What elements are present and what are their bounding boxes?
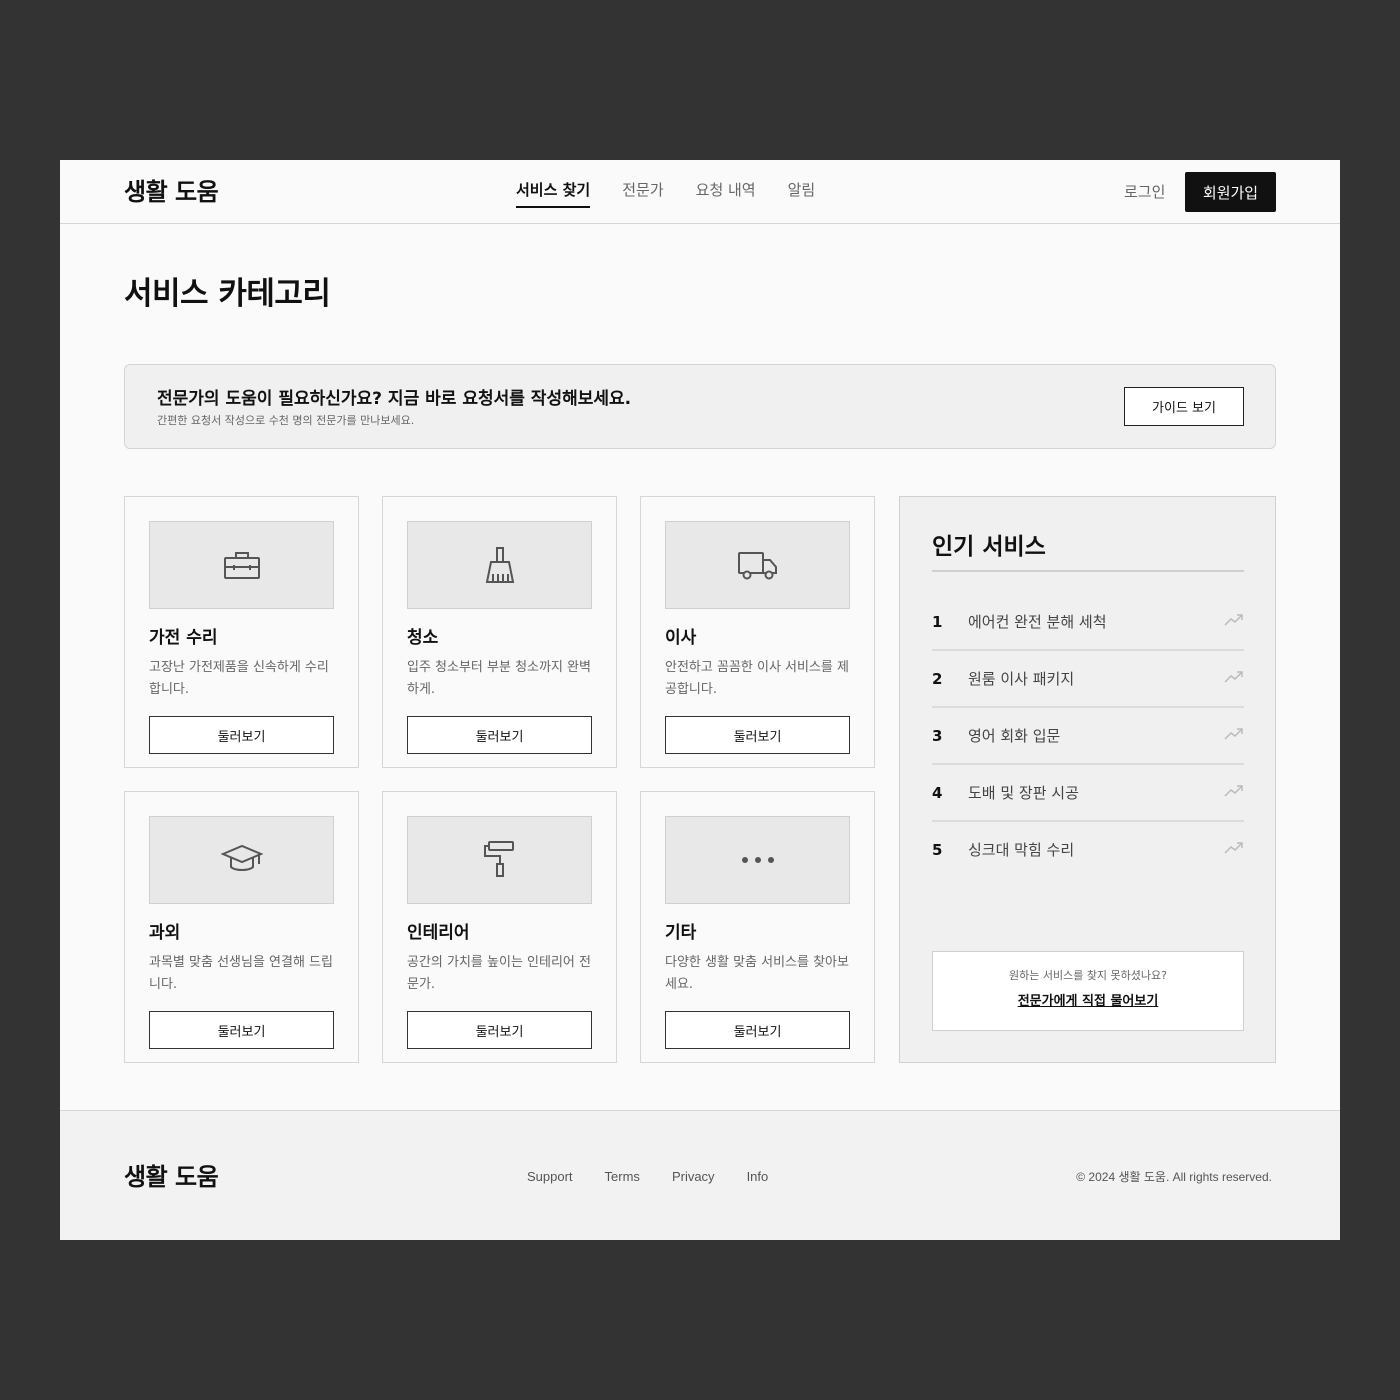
brand-logo[interactable]: 생활 도움 — [124, 176, 219, 208]
browse-button[interactable]: 둘러보기 — [407, 1011, 592, 1049]
footer-link-support[interactable]: Support — [527, 1168, 573, 1186]
category-card-other: 기타 다양한 생활 맞춤 서비스를 찾아보세요. 둘러보기 — [640, 791, 875, 1063]
signup-button[interactable]: 회원가입 — [1185, 172, 1276, 212]
category-title: 과외 — [149, 923, 181, 943]
browse-button[interactable]: 둘러보기 — [665, 716, 850, 754]
popular-rank: 1 — [932, 613, 943, 631]
popular-name: 에어컨 완전 분해 세척 — [968, 613, 1107, 631]
request-banner: 전문가의 도움이 필요하신가요? 지금 바로 요청서를 작성해보세요. 간편한 … — [124, 364, 1276, 449]
popular-rank: 4 — [932, 784, 943, 802]
footer: 생활 도움 Support Terms Privacy Info © 2024 … — [60, 1110, 1340, 1240]
ask-question: 원하는 서비스를 찾지 못하셨나요? — [1008, 969, 1167, 982]
popular-name: 싱크대 막힘 수리 — [968, 841, 1075, 859]
category-card-interior: 인테리어 공간의 가치를 높이는 인테리어 전문가. 둘러보기 — [382, 791, 617, 1063]
footer-links: Support Terms Privacy Info — [527, 1168, 768, 1186]
footer-link-info[interactable]: Info — [747, 1168, 769, 1186]
category-title: 기타 — [665, 923, 697, 943]
popular-rank: 2 — [932, 670, 943, 688]
copyright: © 2024 생활 도움. All rights reserved. — [1076, 1170, 1272, 1184]
more-dots-icon — [741, 857, 774, 863]
popular-rank: 5 — [932, 841, 943, 859]
category-description: 고장난 가전제품을 신속하게 수리합니다. — [149, 660, 329, 697]
category-card-tutoring: 과외 과목별 맞춤 선생님을 연결해 드립니다. 둘러보기 — [124, 791, 359, 1063]
popular-item[interactable]: 1 에어컨 완전 분해 세척 — [932, 594, 1244, 651]
nav-item-experts[interactable]: 전문가 — [622, 178, 663, 208]
guide-button[interactable]: 가이드 보기 — [1124, 387, 1244, 426]
trending-up-icon — [1224, 728, 1243, 740]
popular-rank: 3 — [932, 727, 943, 745]
category-description: 안전하고 꼼꼼한 이사 서비스를 제공합니다. — [665, 660, 849, 697]
category-description: 입주 청소부터 부분 청소까지 완벽하게. — [407, 660, 591, 697]
popular-item[interactable]: 4 도배 및 장판 시공 — [932, 765, 1244, 822]
trending-up-icon — [1224, 671, 1243, 683]
graduation-cap-icon — [220, 844, 263, 871]
login-link[interactable]: 로그인 — [1124, 180, 1165, 204]
nav-item-requests[interactable]: 요청 내역 — [696, 178, 756, 208]
app-frame: 생활 도움 서비스 찾기 전문가 요청 내역 알림 로그인 회원가입 서비스 카… — [60, 160, 1340, 1240]
category-card-appliance: 가전 수리 고장난 가전제품을 신속하게 수리합니다. 둘러보기 — [124, 496, 359, 768]
footer-link-privacy[interactable]: Privacy — [672, 1168, 715, 1186]
browse-button[interactable]: 둘러보기 — [665, 1011, 850, 1049]
popular-name: 도배 및 장판 시공 — [968, 784, 1079, 802]
category-title: 인테리어 — [407, 923, 470, 943]
category-image — [149, 521, 334, 609]
main-nav: 서비스 찾기 전문가 요청 내역 알림 — [516, 178, 815, 208]
popular-item[interactable]: 2 원룸 이사 패키지 — [932, 651, 1244, 708]
ask-expert-link[interactable]: 전문가에게 직접 물어보기 — [933, 992, 1243, 1012]
brush-icon — [485, 547, 514, 583]
truck-icon — [737, 552, 777, 580]
category-image — [665, 816, 850, 904]
category-title: 청소 — [407, 628, 439, 648]
banner-title: 전문가의 도움이 필요하신가요? 지금 바로 요청서를 작성해보세요. — [157, 389, 632, 409]
footer-logo[interactable]: 생활 도움 — [124, 1161, 219, 1193]
trending-up-icon — [1224, 785, 1243, 797]
category-image — [665, 521, 850, 609]
category-title: 가전 수리 — [149, 628, 218, 648]
category-title: 이사 — [665, 628, 697, 648]
ask-expert-box: 원하는 서비스를 찾지 못하셨나요? 전문가에게 직접 물어보기 — [932, 951, 1244, 1031]
trending-up-icon — [1224, 842, 1243, 854]
page-title: 서비스 카테고리 — [124, 276, 331, 312]
category-card-moving: 이사 안전하고 꼼꼼한 이사 서비스를 제공합니다. 둘러보기 — [640, 496, 875, 768]
category-description: 과목별 맞춤 선생님을 연결해 드립니다. — [149, 955, 333, 992]
popular-list: 1 에어컨 완전 분해 세척 2 원룸 이사 패키지 3 영어 회화 입문 4 … — [932, 594, 1244, 879]
paint-roller-icon — [483, 841, 514, 877]
popular-services-panel: 인기 서비스 1 에어컨 완전 분해 세척 2 원룸 이사 패키지 3 영어 회… — [899, 496, 1276, 1063]
toolbox-icon — [223, 552, 260, 579]
category-card-cleaning: 청소 입주 청소부터 부분 청소까지 완벽하게. 둘러보기 — [382, 496, 617, 768]
category-image — [407, 521, 592, 609]
popular-name: 영어 회화 입문 — [968, 727, 1061, 745]
category-image — [407, 816, 592, 904]
banner-subtitle: 간편한 요청서 작성으로 수천 명의 전문가를 만나보세요. — [157, 414, 415, 427]
nav-item-find-service[interactable]: 서비스 찾기 — [516, 178, 591, 208]
popular-title: 인기 서비스 — [932, 534, 1046, 560]
trending-up-icon — [1224, 614, 1243, 626]
top-header: 생활 도움 서비스 찾기 전문가 요청 내역 알림 로그인 회원가입 — [60, 160, 1340, 224]
popular-name: 원룸 이사 패키지 — [968, 670, 1075, 688]
nav-item-notifications[interactable]: 알림 — [788, 178, 816, 208]
category-image — [149, 816, 334, 904]
footer-link-terms[interactable]: Terms — [605, 1168, 640, 1186]
browse-button[interactable]: 둘러보기 — [149, 1011, 334, 1049]
browse-button[interactable]: 둘러보기 — [149, 716, 334, 754]
category-description: 공간의 가치를 높이는 인테리어 전문가. — [407, 955, 591, 992]
divider — [932, 570, 1244, 572]
popular-item[interactable]: 5 싱크대 막힘 수리 — [932, 822, 1244, 879]
popular-item[interactable]: 3 영어 회화 입문 — [932, 708, 1244, 765]
category-description: 다양한 생활 맞춤 서비스를 찾아보세요. — [665, 955, 849, 992]
browse-button[interactable]: 둘러보기 — [407, 716, 592, 754]
